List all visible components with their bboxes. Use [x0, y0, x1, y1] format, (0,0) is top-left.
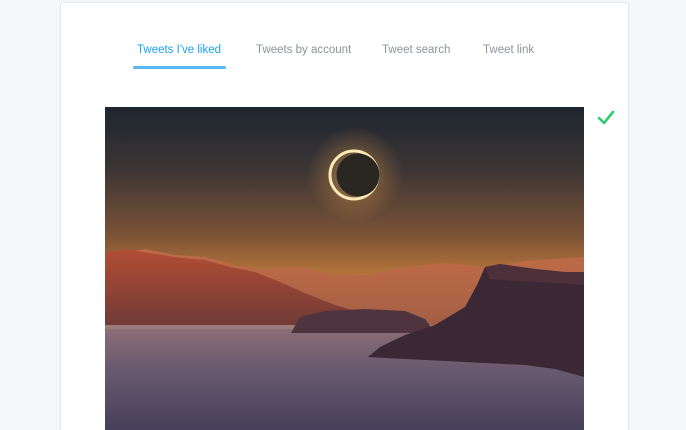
content-card: Tweets I've liked Tweets by account Twee…: [60, 2, 629, 430]
selected-checkmark-icon[interactable]: [597, 109, 615, 127]
tweet-media-image[interactable]: [105, 107, 584, 430]
tab-tweets-by-account[interactable]: Tweets by account: [256, 41, 351, 67]
active-tab-indicator: [133, 66, 227, 69]
tab-tweets-liked[interactable]: Tweets I've liked: [133, 41, 227, 69]
tab-label: Tweets I've liked: [137, 44, 222, 56]
tab-label: Tweets by account: [256, 44, 352, 56]
eclipse-landscape-photo: [105, 107, 584, 430]
tab-tweet-search[interactable]: Tweet search: [382, 41, 450, 67]
tab-label: Tweet search: [382, 44, 451, 56]
tab-label: Tweet link: [483, 44, 535, 56]
source-tabs: Tweets I've liked Tweets by account Twee…: [133, 41, 547, 69]
tab-tweet-link[interactable]: Tweet link: [483, 41, 534, 67]
